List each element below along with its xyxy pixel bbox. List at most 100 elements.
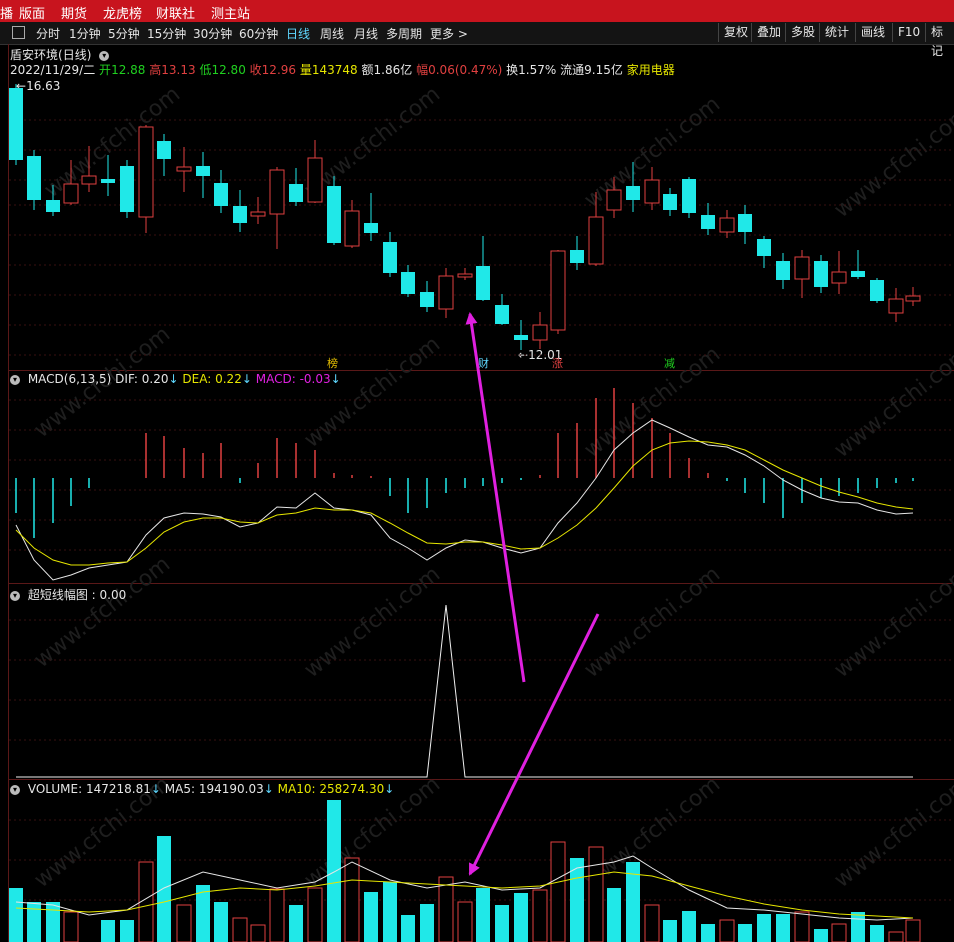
candle-body xyxy=(307,157,323,203)
volume-bar xyxy=(120,920,134,942)
candle-body xyxy=(457,273,473,278)
volume-bar xyxy=(401,915,415,942)
volume-bar xyxy=(514,893,528,942)
candle-body xyxy=(776,261,790,280)
volume-bar xyxy=(644,904,660,942)
volume-bar xyxy=(307,887,323,942)
volume-bar xyxy=(63,911,79,942)
candle-body xyxy=(550,250,566,331)
candle-body xyxy=(476,266,490,300)
candle-body xyxy=(401,272,415,294)
candle-body xyxy=(719,217,735,233)
volume-bar xyxy=(214,902,228,942)
candle-body xyxy=(214,183,228,206)
candle-body xyxy=(101,179,115,183)
volume-bar xyxy=(870,925,884,942)
volume-bar xyxy=(176,904,192,942)
volume-bar xyxy=(420,904,434,942)
volume-bar xyxy=(495,905,509,942)
candle-body xyxy=(514,335,528,340)
candle-body xyxy=(9,88,23,160)
candle-body xyxy=(327,186,341,243)
kline-chart[interactable] xyxy=(0,0,954,942)
candle-body xyxy=(570,250,584,263)
candle-body xyxy=(157,141,171,159)
grid-lines xyxy=(9,119,954,901)
candle-body xyxy=(888,298,904,314)
volume-bar xyxy=(757,914,771,942)
volume-bar xyxy=(814,929,828,942)
candle-body xyxy=(420,292,434,307)
candlesticks xyxy=(9,84,921,350)
volume-bar xyxy=(157,836,171,942)
volume-bar xyxy=(663,920,677,942)
volume-bar xyxy=(344,857,360,942)
candle-body xyxy=(364,223,378,233)
candle-body xyxy=(682,179,696,213)
volume-bar xyxy=(27,902,41,942)
macd-chart xyxy=(15,388,914,581)
candle-body xyxy=(495,305,509,324)
annotation-arrow-up xyxy=(465,312,526,683)
volume-bar xyxy=(905,919,921,942)
candle-body xyxy=(63,183,79,204)
volume-bar xyxy=(701,924,715,942)
volume-bar xyxy=(607,888,621,942)
volume-bar xyxy=(794,911,810,942)
candle-body xyxy=(250,211,266,217)
volume-bar xyxy=(851,912,865,942)
ultra-line xyxy=(16,604,913,778)
candle-body xyxy=(196,166,210,176)
volume-bar xyxy=(476,888,490,942)
ultra-chart xyxy=(16,604,913,778)
candle-body xyxy=(831,271,847,284)
candle-body xyxy=(626,186,640,200)
candle-body xyxy=(532,324,548,341)
candle-body xyxy=(606,189,622,211)
annotation-arrows xyxy=(465,312,600,876)
candle-body xyxy=(663,194,677,210)
volume-bar xyxy=(776,914,790,942)
candle-body xyxy=(870,280,884,301)
volume-bar xyxy=(550,841,566,942)
candle-body xyxy=(233,206,247,223)
volume-bar xyxy=(457,901,473,942)
volume-bar xyxy=(232,917,248,942)
candle-body xyxy=(344,210,360,247)
candle-body xyxy=(588,216,604,265)
volume-bar xyxy=(289,905,303,942)
candle-body xyxy=(120,166,134,212)
candle-body xyxy=(794,256,810,280)
candle-body xyxy=(701,215,715,229)
candle-body xyxy=(176,166,192,172)
volume-bar xyxy=(682,911,696,942)
candle-body xyxy=(383,242,397,273)
volume-bar xyxy=(269,888,285,942)
volume-bar xyxy=(588,846,604,942)
candle-body xyxy=(289,184,303,202)
candle-body xyxy=(814,261,828,287)
candle-body xyxy=(644,179,660,204)
volume-bar xyxy=(101,920,115,942)
volume-bar xyxy=(438,876,454,942)
volume-bar xyxy=(327,800,341,942)
volume-bar xyxy=(888,931,904,942)
volume-bar xyxy=(383,882,397,942)
candle-body xyxy=(27,156,41,200)
candle-body xyxy=(46,200,60,212)
candle-body xyxy=(438,275,454,310)
volume-bar xyxy=(532,889,548,942)
volume-bar xyxy=(46,902,60,942)
candle-body xyxy=(757,239,771,256)
volume-bar xyxy=(738,924,752,942)
candle-body xyxy=(905,295,921,302)
candle-body xyxy=(738,214,752,232)
candle-body xyxy=(851,271,865,277)
volume-chart xyxy=(9,800,921,942)
volume-bar xyxy=(364,892,378,942)
volume-bar xyxy=(9,888,23,942)
candle-body xyxy=(269,169,285,215)
annotation-arrow-down xyxy=(468,613,600,876)
volume-bar xyxy=(719,919,735,942)
volume-bar xyxy=(831,923,847,942)
